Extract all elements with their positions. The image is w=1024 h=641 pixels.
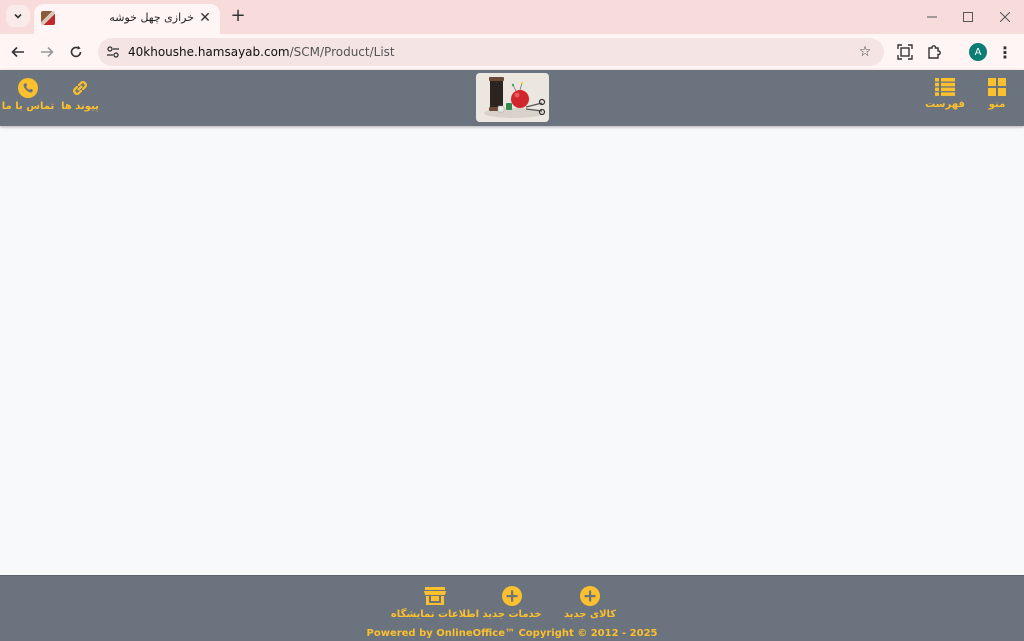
browser-tab-strip: خرازی چهل خوشه ✕ + [0, 0, 1024, 34]
browser-menu-icon[interactable]: ⋮ [997, 42, 1013, 62]
extensions-puzzle-icon[interactable] [923, 41, 945, 63]
link-chain-icon [73, 81, 87, 95]
menu-button[interactable]: منو [980, 78, 1014, 110]
site-settings-icon[interactable] [104, 43, 122, 61]
store-info-label: اطلاعات نمایشگاه [390, 609, 480, 620]
links-button[interactable]: پیوند ها [60, 78, 100, 112]
site-logo[interactable] [476, 73, 549, 122]
grid-icon [988, 78, 1006, 96]
site-footer: کالای جدید خدمات جدید اطلاعات نمایشگاه P… [0, 575, 1024, 641]
arrow-right-icon [41, 46, 54, 58]
browser-tab-active[interactable]: خرازی چهل خوشه ✕ [34, 4, 220, 34]
new-tab-button[interactable]: + [228, 6, 248, 26]
url-path: /SCM/Product/List [289, 45, 395, 59]
forward-button[interactable] [35, 40, 59, 64]
site-favicon-icon [41, 11, 55, 25]
tab-title: خرازی چهل خوشه [109, 11, 194, 24]
copyright-text: Powered by OnlineOffice™ Copyright © 201… [366, 628, 658, 639]
links-label: پیوند ها [61, 101, 99, 112]
url-host: 40khoushe.hamsayab.com [128, 45, 290, 59]
profile-avatar[interactable]: A [969, 43, 987, 61]
list-button[interactable]: فهرست [925, 78, 965, 110]
sewing-supplies-logo-icon [476, 73, 549, 122]
list-icon [935, 78, 955, 96]
tab-search-button[interactable] [6, 5, 30, 27]
contact-label: تماس با ما [1, 101, 55, 112]
page-content: منو فهرست پیوند ها تماس با ما کالای جدید… [0, 70, 1024, 641]
site-header: منو فهرست پیوند ها تماس با ما [0, 70, 1024, 126]
arrow-left-icon [11, 46, 24, 58]
plus-circle-icon [502, 586, 522, 606]
new-service-button[interactable]: خدمات جدید [482, 586, 542, 620]
new-product-label: کالای جدید [563, 609, 617, 620]
close-icon [1000, 12, 1010, 22]
minimize-icon [927, 16, 937, 18]
bookmark-star-icon[interactable]: ☆ [856, 43, 874, 61]
chevron-down-icon [14, 13, 22, 19]
reload-icon [70, 45, 82, 58]
maximize-button[interactable] [954, 6, 982, 28]
menu-label: منو [988, 99, 1006, 110]
new-service-label: خدمات جدید [482, 609, 542, 620]
storefront-icon [424, 587, 446, 605]
store-info-button[interactable]: اطلاعات نمایشگاه [391, 586, 479, 620]
maximize-icon [963, 12, 973, 22]
browser-toolbar: 40khoushe.hamsayab.com/SCM/Product/List … [0, 34, 1024, 70]
list-label: فهرست [925, 99, 965, 110]
new-product-button[interactable]: کالای جدید [563, 586, 617, 620]
close-window-button[interactable] [991, 6, 1019, 28]
url-text: 40khoushe.hamsayab.com/SCM/Product/List [128, 45, 395, 59]
address-bar[interactable]: 40khoushe.hamsayab.com/SCM/Product/List … [98, 38, 884, 66]
plus-circle-icon [580, 586, 600, 606]
tab-close-button[interactable]: ✕ [196, 9, 214, 27]
phone-icon [18, 78, 38, 98]
reload-button[interactable] [64, 40, 88, 64]
minimize-button[interactable] [918, 6, 946, 28]
screenshot-icon[interactable] [894, 41, 916, 63]
back-button[interactable] [6, 40, 30, 64]
contact-button[interactable]: تماس با ما [2, 78, 54, 112]
